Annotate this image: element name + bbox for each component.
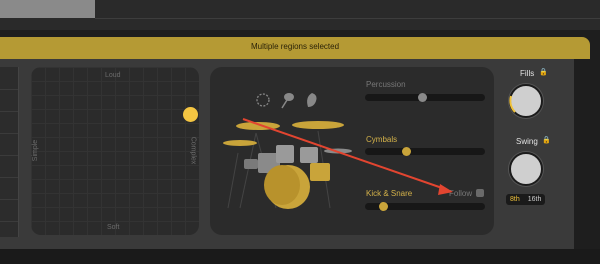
fills-label: Fills (520, 69, 535, 78)
swing-16th-option[interactable]: 16th (524, 194, 546, 205)
swing-8th-option[interactable]: 8th (506, 194, 524, 205)
lock-icon[interactable]: 🔒 (539, 68, 548, 76)
bottom-bar (0, 249, 600, 264)
fills-knob-arc (509, 95, 516, 113)
lock-icon[interactable]: 🔒 (542, 136, 551, 144)
groove-controls: Fills 🔒 Swing 🔒 8th 16th (500, 67, 558, 237)
swing-knob[interactable] (509, 152, 543, 186)
swing-label: Swing (516, 137, 538, 146)
swing-resolution-toggle[interactable]: 8th 16th (506, 194, 546, 205)
